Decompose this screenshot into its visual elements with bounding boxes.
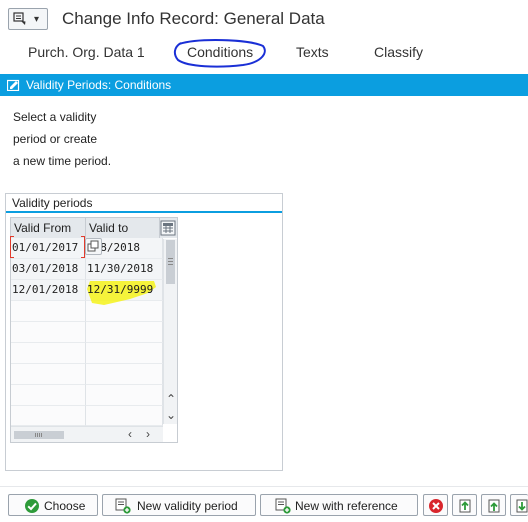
cancel-icon [429,499,443,513]
copy-button[interactable] [85,238,102,255]
menu-icon [13,12,26,25]
title-bar: ▾ Change Info Record: General Data [0,0,528,38]
menu-button[interactable]: ▾ [8,8,48,30]
choose-button[interactable]: Choose [8,494,98,516]
table-settings-icon[interactable] [160,220,176,236]
empty-cell [11,301,86,322]
empty-cell [86,343,163,364]
move-top-button[interactable] [481,494,506,516]
chevron-down-icon: ▾ [34,14,40,25]
scroll-up-icon[interactable]: ⌃ [166,393,176,405]
page-title: Change Info Record: General Data [62,9,325,28]
horizontal-scrollbar[interactable]: ‹ › [11,426,163,442]
cancel-button[interactable] [423,494,448,516]
new-with-reference-label: New with reference [295,499,398,513]
tab-conditions[interactable]: Conditions [187,44,253,60]
new-reference-icon [275,498,291,514]
new-validity-period-label: New validity period [137,499,238,513]
instruction-line-3: a new time period. [13,154,112,168]
cell-valid-from[interactable]: 12/01/2018 [11,280,86,301]
move-up-button[interactable] [452,494,477,516]
vertical-scrollbar[interactable]: ⌃ ⌄ [163,239,177,424]
section-title: Validity Periods: Conditions [26,78,172,92]
arrow-down-icon [516,499,528,513]
group-title: Validity periods [12,196,93,210]
horizontal-scroll-thumb[interactable] [14,431,64,439]
empty-cell [86,364,163,385]
toolbar-separator [0,486,528,487]
scroll-down-icon[interactable]: ⌄ [166,409,176,421]
section-header: Validity Periods: Conditions [0,74,528,96]
check-icon [25,499,39,513]
cell-valid-to[interactable]: 11/30/2018 [86,259,163,280]
highlighted-valid-to-text: 12/31/9999 [87,283,154,296]
empty-cell [86,385,163,406]
grip-icon [168,258,173,259]
arrow-up-page-icon [459,499,471,513]
new-validity-period-button[interactable]: New validity period [102,494,256,516]
empty-cell [86,322,163,343]
arrow-up-icon [488,499,500,513]
empty-cell [86,301,163,322]
move-down-button[interactable] [510,494,528,516]
column-header-valid-to[interactable]: Valid to [86,218,160,238]
new-period-icon [115,498,131,514]
instruction-line-1: Select a validity [13,110,97,124]
edit-icon [7,79,20,91]
empty-cell [11,385,86,406]
cell-valid-from[interactable]: 03/01/2018 [11,259,86,280]
column-header-valid-from[interactable]: Valid From [11,218,86,238]
tab-texts[interactable]: Texts [296,44,329,60]
group-underline [6,211,282,213]
tab-strip: Purch. Org. Data 1 Conditions Texts Clas… [0,38,528,74]
empty-cell [11,343,86,364]
empty-cell [11,364,86,385]
choose-label: Choose [44,499,86,513]
tab-classify[interactable]: Classify [374,44,423,60]
new-with-reference-button[interactable]: New with reference [260,494,418,516]
instruction-line-2: period or create [13,132,98,146]
vertical-scroll-thumb[interactable] [166,240,175,284]
cell-valid-from[interactable]: 01/01/2017 [11,238,86,259]
empty-cell [86,406,163,426]
copy-icon [87,240,99,252]
scroll-left-icon[interactable]: ‹ [128,428,132,440]
empty-cell [11,406,86,426]
empty-cell [11,322,86,343]
tab-purch-org-data[interactable]: Purch. Org. Data 1 [28,44,145,60]
scroll-right-icon[interactable]: › [146,428,150,440]
grip-icon [35,433,36,437]
